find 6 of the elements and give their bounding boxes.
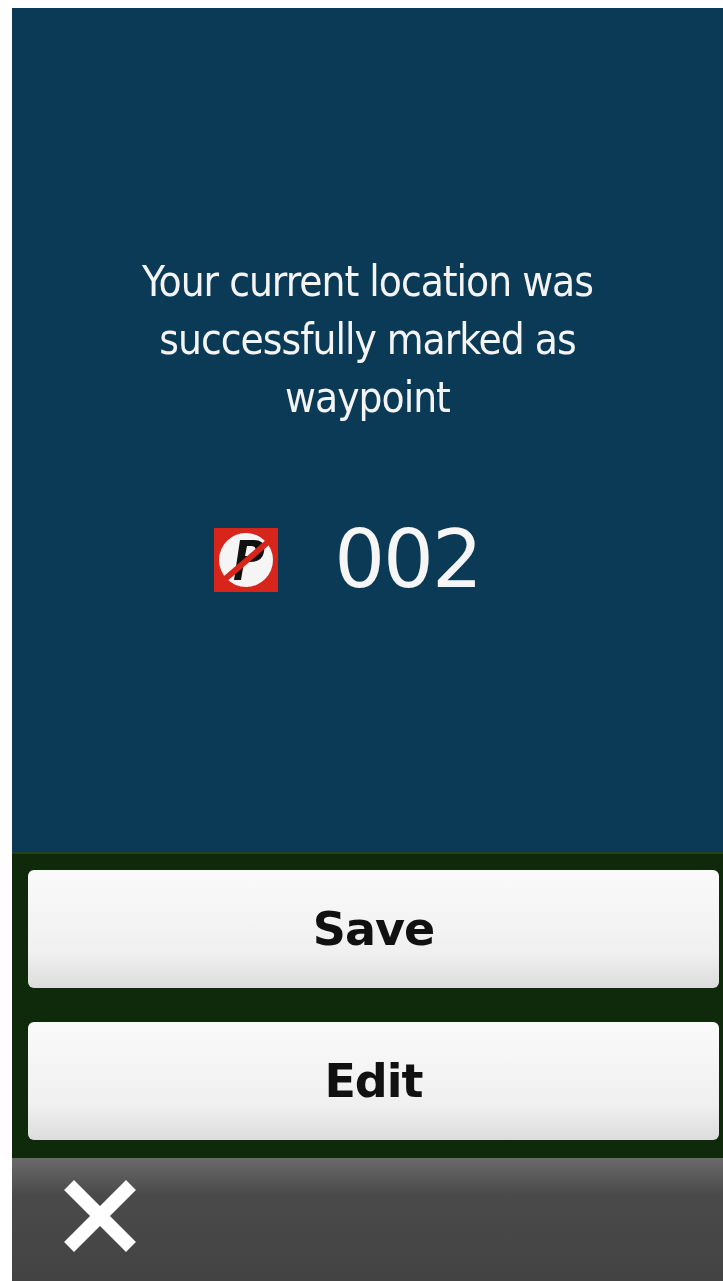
menu-button[interactable]: Save xyxy=(28,870,719,988)
waypoint-name: 002 xyxy=(334,515,481,605)
no-parking-icon xyxy=(214,528,279,592)
close-icon[interactable] xyxy=(64,1179,136,1252)
menu-button[interactable]: Edit xyxy=(28,1022,719,1140)
confirmation-message: Your current location was successfully marked as waypoint xyxy=(141,256,594,424)
